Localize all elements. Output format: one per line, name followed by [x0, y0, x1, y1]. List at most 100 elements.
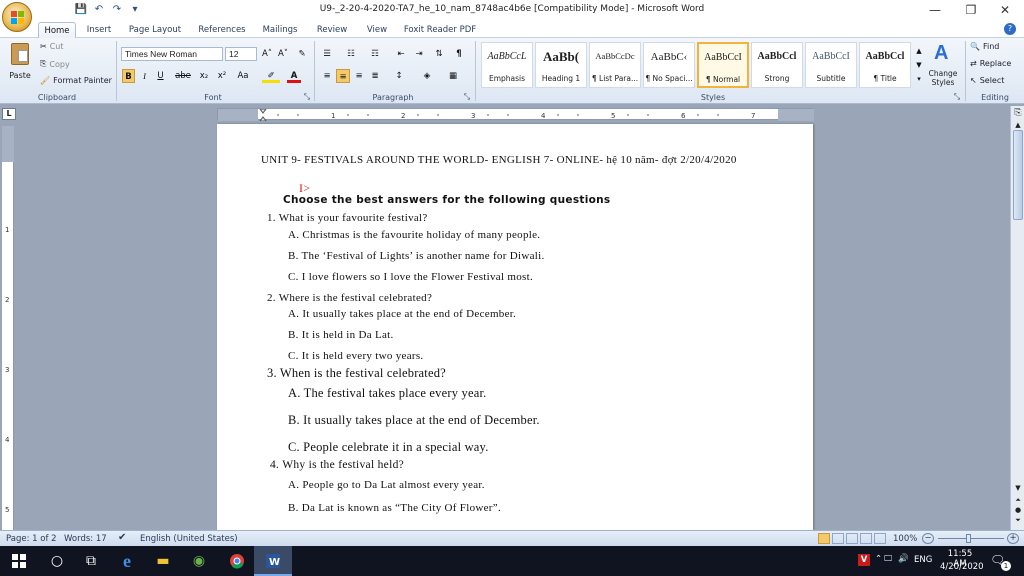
cut-button[interactable]: ✂ Cut — [40, 42, 64, 51]
grow-font-button[interactable]: A˄ — [260, 47, 274, 61]
previous-page-icon[interactable]: ⏶ — [1011, 496, 1024, 506]
style-list-paragraph[interactable]: AaBbCcDc ¶ List Para... — [589, 42, 641, 88]
font-name-select[interactable]: Times New Roman — [121, 47, 223, 61]
zoom-slider-thumb[interactable] — [966, 534, 971, 543]
vietkey-icon[interactable]: V — [858, 554, 870, 566]
page-count[interactable]: Page: 1 of 2 — [6, 534, 57, 544]
tab-mailings[interactable]: Mailings — [258, 22, 302, 38]
proofing-icon[interactable]: ✔ — [118, 532, 126, 543]
tab-home[interactable]: Home — [38, 22, 76, 38]
horizontal-ruler[interactable]: 1 2 3 4 5 6 7 — [217, 108, 814, 121]
line-spacing-icon[interactable]: ↕ — [390, 69, 408, 83]
tab-references[interactable]: References — [194, 22, 250, 38]
print-layout-icon[interactable] — [818, 533, 830, 544]
scroll-up-icon[interactable]: ▲ — [1011, 121, 1024, 129]
styles-more-icon[interactable]: ▾ — [914, 72, 924, 86]
zoom-level[interactable]: 100% — [893, 534, 917, 544]
bold-button[interactable]: B — [122, 69, 135, 83]
underline-button[interactable]: U — [154, 69, 167, 83]
outline-icon[interactable] — [860, 533, 872, 544]
justify-icon[interactable]: ≣ — [368, 69, 382, 83]
style-subtitle[interactable]: AaBbCcI Subtitle — [805, 42, 857, 88]
multilevel-list-icon[interactable]: ☶ — [368, 47, 382, 61]
styles-dialog-launcher-icon[interactable]: ⤡ — [952, 92, 962, 102]
shading-icon[interactable]: ◈ — [418, 69, 436, 83]
superscript-button[interactable]: x² — [214, 69, 230, 83]
zoom-in-icon[interactable]: + — [1007, 533, 1019, 544]
align-left-icon[interactable]: ≡ — [320, 69, 334, 83]
style-no-spacing[interactable]: AaBbC‹ ¶ No Spaci... — [643, 42, 695, 88]
align-right-icon[interactable]: ≡ — [352, 69, 366, 83]
font-color-icon[interactable]: A — [287, 69, 301, 83]
input-language[interactable]: ENG — [914, 555, 932, 565]
shrink-font-button[interactable]: A˅ — [276, 47, 290, 61]
scrollbar-thumb[interactable] — [1013, 130, 1023, 220]
tab-foxit-reader-pdf[interactable]: Foxit Reader PDF — [402, 22, 478, 38]
paste-button[interactable]: Paste — [6, 42, 34, 86]
highlight-icon[interactable]: ✐ — [262, 69, 280, 83]
style-emphasis[interactable]: AaBbCcL Emphasis — [481, 42, 533, 88]
sort-icon[interactable]: ⇅ — [432, 47, 446, 61]
edge-browser-icon[interactable]: e — [108, 546, 146, 576]
style-heading-1[interactable]: AaBb(Heading 1 — [535, 42, 587, 88]
change-styles-button[interactable]: A Change Styles — [926, 42, 960, 90]
word-taskbar-icon[interactable]: W — [254, 546, 292, 576]
paragraph-dialog-launcher-icon[interactable]: ⤡ — [462, 92, 472, 102]
task-view-icon[interactable]: ⧉ — [72, 546, 110, 576]
full-screen-reading-icon[interactable] — [832, 533, 844, 544]
show-hidden-icons-icon[interactable]: ⌃ — [875, 554, 882, 564]
word-count[interactable]: Words: 17 — [64, 534, 107, 544]
style-normal[interactable]: AaBbCcI ¶ Normal — [697, 42, 749, 88]
scroll-down-icon[interactable]: ▼ — [1011, 484, 1024, 494]
show-marks-icon[interactable]: ¶ — [452, 47, 466, 61]
font-size-select[interactable]: 12 — [225, 47, 257, 61]
font-dialog-launcher-icon[interactable]: ⤡ — [302, 92, 312, 102]
format-painter-button[interactable]: 🖌 Format Painter — [40, 76, 112, 85]
view-ruler-icon[interactable]: ⎘ — [1012, 108, 1024, 120]
find-button[interactable]: 🔍 Find — [970, 42, 999, 51]
windows-start-icon[interactable] — [0, 546, 38, 576]
file-explorer-icon[interactable]: ▬ — [144, 546, 182, 576]
minimize-button[interactable]: — — [916, 0, 954, 20]
select-button[interactable]: ↖ Select — [970, 76, 1004, 85]
replace-button[interactable]: ⇄ Replace — [970, 59, 1011, 68]
copy-button[interactable]: ⎘ Copy — [40, 59, 70, 69]
restore-button[interactable]: ❐ — [952, 0, 990, 20]
strikethrough-button[interactable]: abe — [172, 69, 194, 83]
styles-scroll-down-icon[interactable]: ▼ — [914, 58, 924, 72]
subscript-button[interactable]: x₂ — [196, 69, 212, 83]
borders-icon[interactable]: ▦ — [444, 69, 462, 83]
web-layout-icon[interactable] — [846, 533, 858, 544]
italic-button[interactable]: I — [138, 69, 151, 83]
app-icon[interactable]: ◉ — [180, 546, 218, 576]
style-title[interactable]: AaBbCcl ¶ Title — [859, 42, 911, 88]
tab-review[interactable]: Review — [312, 22, 352, 38]
zoom-out-icon[interactable]: − — [922, 533, 934, 544]
change-case-button[interactable]: Aa — [234, 69, 252, 83]
zoom-slider[interactable] — [938, 538, 1004, 539]
office-button[interactable] — [2, 2, 32, 32]
numbering-icon[interactable]: ☷ — [344, 47, 358, 61]
tab-page-layout[interactable]: Page Layout — [126, 22, 184, 38]
document-page[interactable]: UNIT 9- FESTIVALS AROUND THE WORLD- ENGL… — [217, 124, 813, 530]
close-button[interactable]: ✕ — [986, 0, 1024, 20]
clock-date[interactable]: 4/20/2020 — [940, 562, 984, 572]
tab-view[interactable]: View — [362, 22, 392, 38]
align-center-icon[interactable]: ≡ — [336, 69, 350, 83]
cortana-search-icon[interactable]: ○ — [38, 546, 76, 576]
help-icon[interactable]: ? — [1004, 23, 1016, 35]
decrease-indent-icon[interactable]: ⇤ — [394, 47, 408, 61]
styles-scroll-up-icon[interactable]: ▲ — [914, 44, 924, 58]
increase-indent-icon[interactable]: ⇥ — [412, 47, 426, 61]
tab-selector-button[interactable]: L — [2, 108, 16, 120]
vertical-scrollbar[interactable]: ⎘ ▲ ▼ ⏶ ● ⏷ — [1010, 106, 1024, 530]
chrome-icon[interactable] — [218, 546, 256, 576]
draft-icon[interactable] — [874, 533, 886, 544]
style-strong[interactable]: AaBbCcl Strong — [751, 42, 803, 88]
network-icon[interactable]: 🖵 — [884, 554, 892, 564]
volume-icon[interactable]: 🔊 — [898, 554, 909, 564]
bullets-icon[interactable]: ☰ — [320, 47, 334, 61]
browse-object-icon[interactable]: ● — [1011, 506, 1024, 516]
language-indicator[interactable]: English (United States) — [140, 534, 238, 544]
vertical-ruler[interactable]: 1 2 3 4 5 — [2, 126, 14, 530]
